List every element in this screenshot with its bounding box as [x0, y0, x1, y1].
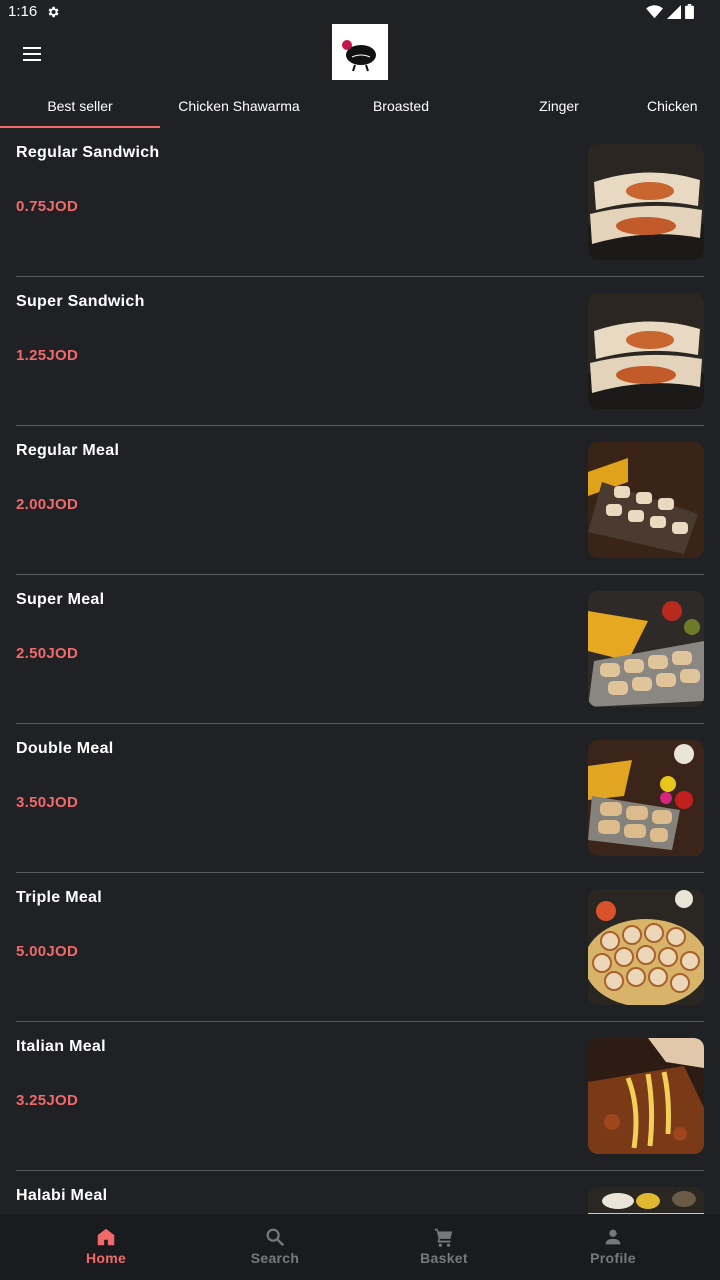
item-name: Regular Meal [16, 442, 120, 459]
item-name: Double Meal [16, 740, 114, 757]
item-name: Halabi Meal [16, 1187, 108, 1204]
menu-item[interactable]: Super Meal 2.50JOD [16, 575, 704, 724]
battery-icon [685, 4, 694, 19]
tab-chicken[interactable]: Chicken [647, 84, 720, 128]
item-price: 2.50JOD [16, 645, 79, 662]
item-image [588, 442, 704, 558]
item-image [588, 1038, 704, 1154]
menu-item[interactable]: Double Meal 3.50JOD [16, 724, 704, 873]
tab-zinger[interactable]: Zinger [484, 84, 634, 128]
nav-search[interactable]: Search [210, 1214, 340, 1280]
menu-item[interactable]: Super Sandwich 1.25JOD [16, 277, 704, 426]
cart-icon [434, 1228, 453, 1247]
home-icon [97, 1228, 115, 1246]
tab-best-seller[interactable]: Best seller [0, 84, 160, 128]
item-price: 3.50JOD [16, 794, 79, 811]
nav-basket[interactable]: Basket [379, 1214, 509, 1280]
menu-list: Regular Sandwich 0.75JOD Super Sandwich … [0, 128, 720, 1214]
settings-gear-icon [48, 6, 59, 18]
signal-icon [667, 4, 681, 19]
restaurant-logo [332, 24, 388, 80]
menu-item[interactable]: Regular Sandwich 0.75JOD [16, 128, 704, 277]
menu-item[interactable]: Regular Meal 2.00JOD [16, 426, 704, 575]
item-price: 0.75JOD [16, 198, 79, 215]
person-icon [605, 1229, 621, 1245]
status-bar: 1:16 [0, 0, 720, 24]
category-tabs: Best seller Chicken Shawarma Broasted Zi… [0, 84, 720, 128]
chicken-logo-icon [342, 40, 376, 72]
item-name: Italian Meal [16, 1038, 106, 1055]
search-icon [266, 1228, 285, 1247]
nav-home[interactable]: Home [41, 1214, 171, 1280]
bottom-navigation: Home Search Basket Profile [0, 1214, 720, 1280]
nav-label: Basket [420, 1250, 468, 1266]
item-image [588, 740, 704, 856]
menu-item[interactable]: Triple Meal 5.00JOD [16, 873, 704, 1022]
hamburger-menu-icon[interactable] [20, 42, 44, 66]
item-price: 5.00JOD [16, 943, 79, 960]
tab-broasted[interactable]: Broasted [318, 84, 484, 128]
item-image [588, 591, 704, 707]
nav-label: Search [250, 1250, 300, 1266]
status-icons [646, 4, 694, 19]
item-image [588, 293, 704, 409]
item-price: 3.25JOD [16, 1092, 79, 1109]
item-name: Super Sandwich [16, 293, 145, 310]
item-name: Super Meal [16, 591, 105, 608]
item-image [588, 1187, 704, 1214]
item-image [588, 889, 704, 1005]
item-price: 1.25JOD [16, 347, 79, 364]
nav-label: Home [85, 1250, 127, 1266]
nav-profile[interactable]: Profile [548, 1214, 678, 1280]
wifi-icon [646, 4, 663, 18]
item-price: 2.00JOD [16, 496, 79, 513]
item-name: Regular Sandwich [16, 144, 160, 161]
nav-label: Profile [590, 1250, 636, 1266]
menu-item[interactable]: Halabi Meal [16, 1171, 704, 1214]
status-time: 1:16 [8, 3, 38, 20]
item-name: Triple Meal [16, 889, 102, 906]
menu-item[interactable]: Italian Meal 3.25JOD [16, 1022, 704, 1171]
tab-chicken-shawarma[interactable]: Chicken Shawarma [160, 84, 318, 128]
app-bar [0, 24, 720, 84]
item-image [588, 144, 704, 260]
